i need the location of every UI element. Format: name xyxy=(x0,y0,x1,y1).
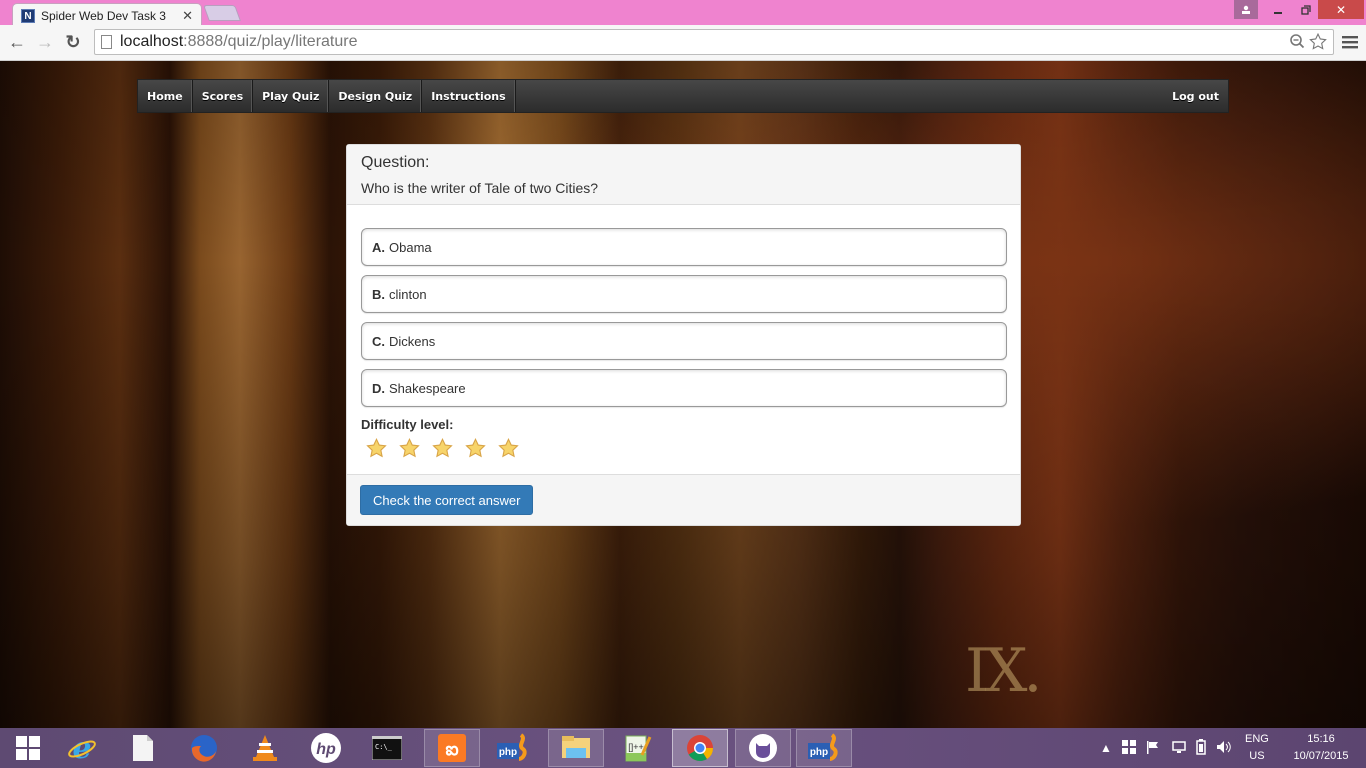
answer-option-c[interactable]: C. Dickens xyxy=(361,322,1007,360)
tab-close-icon[interactable]: ✕ xyxy=(182,8,193,24)
ie-icon[interactable]: e xyxy=(54,729,110,767)
question-text: Who is the writer of Tale of two Cities? xyxy=(361,180,599,196)
option-text: clinton xyxy=(389,286,427,302)
blank-document-icon[interactable] xyxy=(115,729,171,767)
new-tab-button[interactable] xyxy=(203,5,241,21)
star-filled-icon[interactable] xyxy=(399,438,420,458)
nav-play-quiz[interactable]: Play Quiz xyxy=(253,80,330,112)
show-hidden-icons-icon[interactable]: ▲ xyxy=(1100,741,1112,755)
network-icon[interactable] xyxy=(1170,740,1186,757)
svg-text:php: php xyxy=(499,747,517,758)
option-letter: A. xyxy=(372,239,385,255)
firefox-icon[interactable] xyxy=(176,729,232,767)
answer-option-d[interactable]: D. Shakespeare xyxy=(361,369,1007,407)
option-letter: D. xyxy=(372,380,385,396)
flag-icon[interactable] xyxy=(1146,740,1160,757)
browser-toolbar: ← → ↻ localhost:8888/quiz/play/literatur… xyxy=(0,25,1366,61)
language-code: ENG xyxy=(1245,733,1269,745)
svg-text:ఐ: ఐ xyxy=(445,739,458,760)
vlc-cone-icon[interactable] xyxy=(237,729,293,767)
answer-option-a[interactable]: A. Obama xyxy=(361,228,1007,266)
star-filled-icon[interactable] xyxy=(465,438,486,458)
action-center-icon[interactable] xyxy=(1121,739,1136,757)
option-text: Dickens xyxy=(389,333,436,349)
svg-text:C:\_: C:\_ xyxy=(375,743,393,751)
page-content: IX. Home Scores Play Quiz Design Quiz In… xyxy=(0,61,1366,728)
option-letter: C. xyxy=(372,333,385,349)
close-window-icon[interactable]: ✕ xyxy=(1318,0,1364,19)
volume-icon[interactable] xyxy=(1216,740,1232,757)
svg-text:php: php xyxy=(810,747,828,758)
svg-text:hp: hp xyxy=(316,741,336,758)
xampp-icon[interactable]: ఐ xyxy=(424,729,480,767)
nav-scores[interactable]: Scores xyxy=(193,80,254,112)
nav-design-quiz[interactable]: Design Quiz xyxy=(329,80,423,112)
folder-icon[interactable] xyxy=(548,729,604,767)
windows-taskbar: e hp C:\_ ఐ php []++ php ▲ ENG US 15:16 … xyxy=(0,728,1366,768)
phpstorm-icon[interactable]: php xyxy=(796,729,852,767)
answer-option-b[interactable]: B. clinton xyxy=(361,275,1007,313)
language-indicator[interactable]: ENG US xyxy=(1245,728,1269,768)
zoom-icon[interactable] xyxy=(1289,33,1305,54)
browser-tab[interactable]: N Spider Web Dev Task 3 ✕ xyxy=(12,3,202,27)
check-answer-button[interactable]: Check the correct answer xyxy=(360,485,534,515)
clock[interactable]: 15:16 10/07/2015 xyxy=(1286,728,1356,768)
question-label: Question: xyxy=(361,154,430,171)
star-filled-icon[interactable] xyxy=(366,438,387,458)
user-profile-icon[interactable] xyxy=(1234,0,1258,19)
background-roman-numeral: IX. xyxy=(965,636,1042,706)
restore-icon[interactable] xyxy=(1292,0,1320,19)
quiz-panel: Question: Who is the writer of Tale of t… xyxy=(346,144,1021,526)
option-text: Obama xyxy=(389,239,432,255)
arrow-right-icon[interactable]: → xyxy=(34,31,56,53)
minimize-icon[interactable] xyxy=(1264,0,1292,19)
star-filled-icon[interactable] xyxy=(432,438,453,458)
panel-footer: Check the correct answer xyxy=(347,474,1020,525)
clock-time: 15:16 xyxy=(1307,733,1335,745)
options-body: A. Obama B. clinton C. Dickens D. Shakes… xyxy=(347,205,1020,458)
nav-logout[interactable]: Log out xyxy=(1163,80,1228,112)
system-tray: ▲ xyxy=(1100,728,1232,768)
cmd-icon[interactable]: C:\_ xyxy=(359,729,415,767)
hp-logo-icon[interactable]: hp xyxy=(298,729,354,767)
tab-favicon-icon: N xyxy=(21,8,35,23)
chrome-icon[interactable] xyxy=(672,729,728,767)
region-code: US xyxy=(1249,750,1265,762)
tab-title: Spider Web Dev Task 3 xyxy=(41,8,166,23)
option-letter: B. xyxy=(372,286,385,302)
reload-icon[interactable]: ↻ xyxy=(62,31,84,53)
clock-date: 10/07/2015 xyxy=(1293,750,1349,762)
bookmark-star-icon[interactable] xyxy=(1309,32,1327,54)
option-text: Shakespeare xyxy=(389,380,466,396)
phpstorm-icon[interactable]: php xyxy=(485,729,541,767)
windows-logo-icon[interactable] xyxy=(0,729,56,767)
hamburger-menu-icon[interactable] xyxy=(1342,33,1358,54)
page-icon xyxy=(101,35,112,49)
url-text: localhost:8888/quiz/play/literature xyxy=(120,33,358,50)
notepadpp-icon[interactable]: []++ xyxy=(609,729,665,767)
address-bar[interactable]: localhost:8888/quiz/play/literature xyxy=(94,29,1334,55)
main-navbar: Home Scores Play Quiz Design Quiz Instru… xyxy=(137,79,1229,113)
github-cat-icon[interactable] xyxy=(735,729,791,767)
difficulty-label: Difficulty level: xyxy=(361,417,454,432)
svg-text:[]++: []++ xyxy=(628,742,644,752)
nav-home[interactable]: Home xyxy=(138,80,193,112)
difficulty-rating xyxy=(361,438,1006,458)
arrow-left-icon[interactable]: ← xyxy=(6,31,28,53)
star-filled-icon[interactable] xyxy=(498,438,519,458)
browser-titlebar: N Spider Web Dev Task 3 ✕ ✕ xyxy=(0,0,1366,27)
nav-instructions[interactable]: Instructions xyxy=(422,80,516,112)
battery-icon[interactable] xyxy=(1196,738,1206,758)
question-header: Question: Who is the writer of Tale of t… xyxy=(347,145,1020,205)
